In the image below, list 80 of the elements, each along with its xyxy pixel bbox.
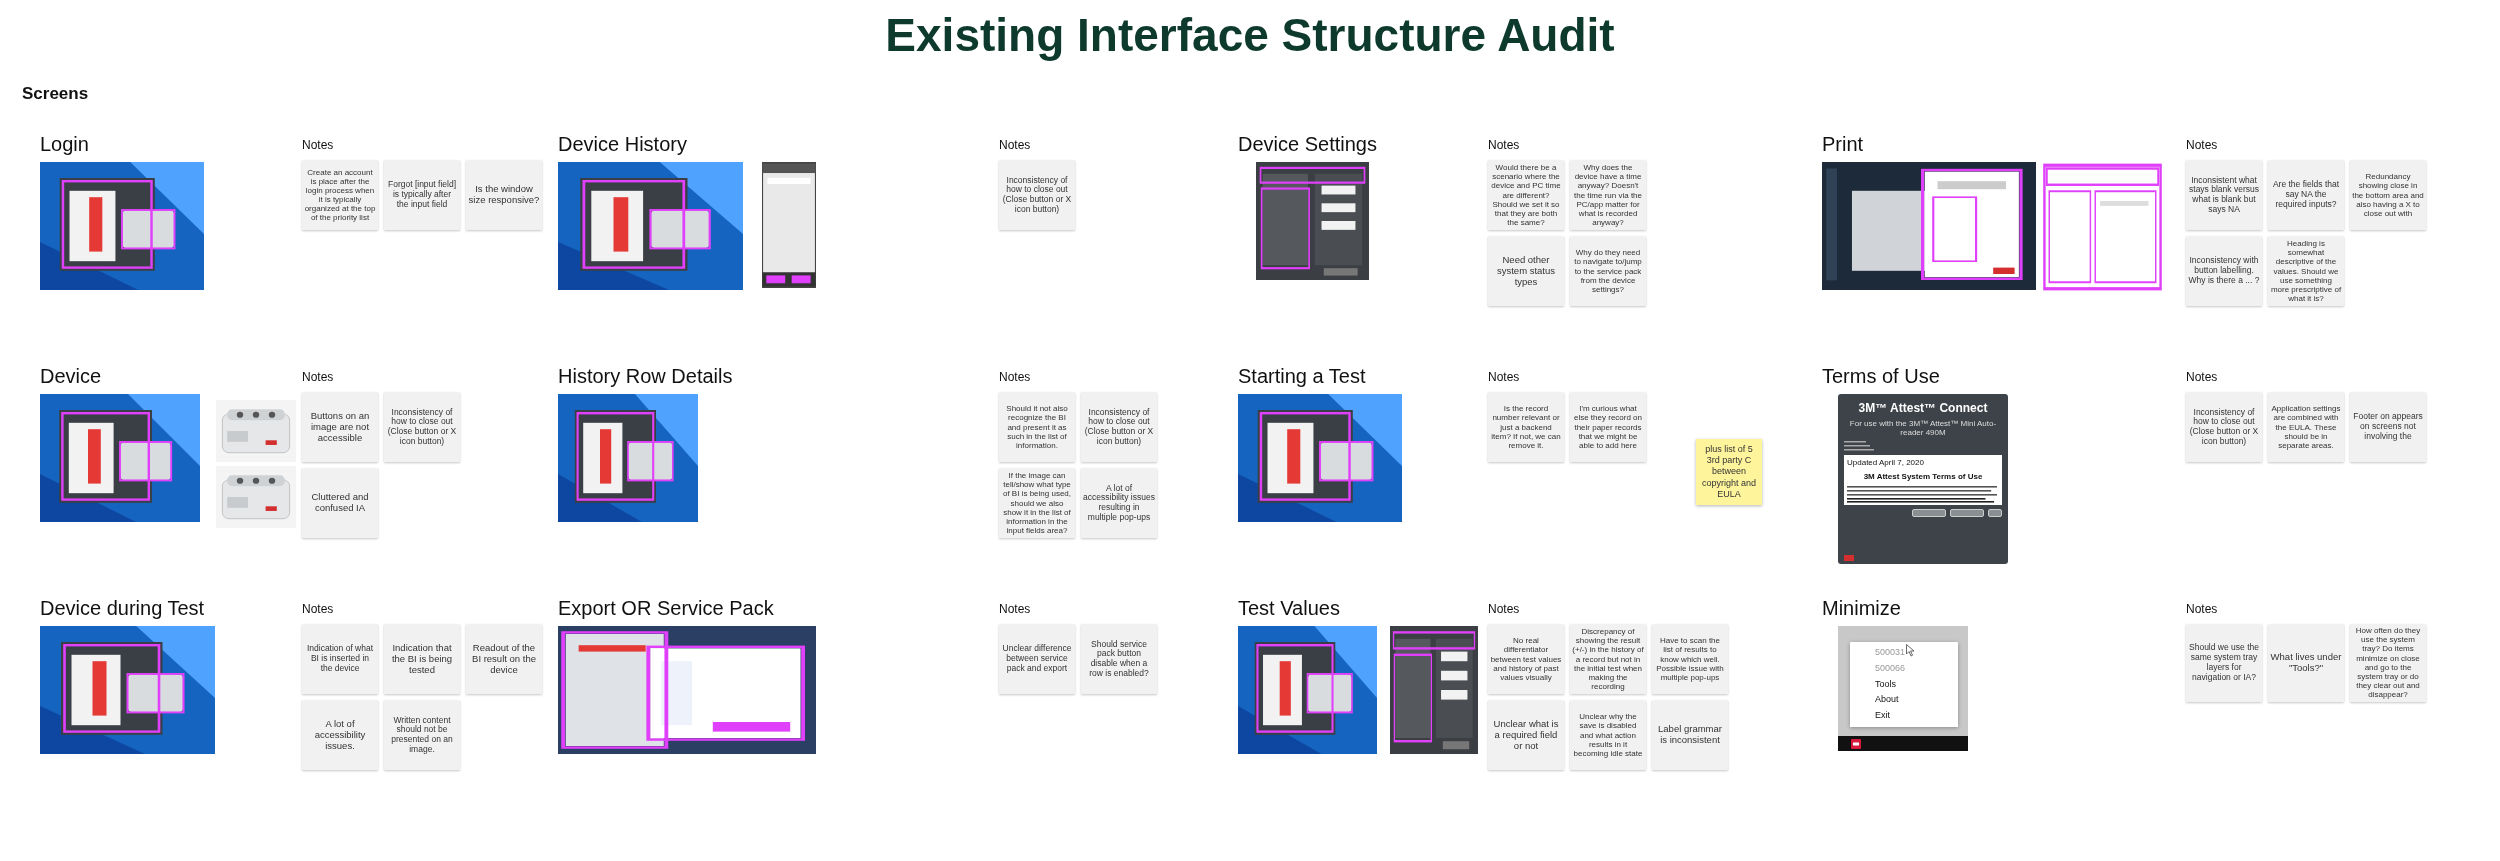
sticky-note: A lot of accessibility issues resulting in multiple pop-ups	[1081, 468, 1157, 539]
sticky-note: Should service pack button disable when a row is enabled?	[1081, 624, 1157, 695]
section-title: Login	[40, 132, 89, 157]
sticky-note: Label grammar is inconsistent	[1652, 700, 1728, 771]
notes-heading: Notes	[2186, 369, 2218, 387]
dialog-button[interactable]	[1950, 509, 1984, 518]
sticky-note: I'm curious what else they record on their paper records that we might be able to add here	[1570, 392, 1646, 463]
sticky-note: Unclear why the save is disabled and what action results in it becoming idle state	[1570, 700, 1646, 771]
sticky-note: Need other system status types	[1488, 236, 1564, 307]
agreement-heading: 3M Attest System Terms of Use	[1862, 471, 1984, 484]
sticky-note: No real differentiator between test values and history of past values visually	[1488, 624, 1564, 695]
notes-heading: Notes	[302, 369, 334, 387]
sticky-note: plus list of 5 3rd party C between copyright and EULA	[1696, 439, 1762, 506]
section-title: Export OR Service Pack	[558, 596, 774, 621]
notes-heading: Notes	[999, 369, 1031, 387]
menu-item[interactable]: Exit	[1875, 708, 1890, 724]
page-title: Existing Interface Structure Audit	[884, 10, 1616, 61]
sticky-note: Inconsistency of how to close out (Close button or X icon button)	[1081, 392, 1157, 463]
sticky-note: Heading is somewhat descriptive of the values. Should we use something more prescriptive of what it is?	[2268, 236, 2344, 307]
notes-heading: Notes	[302, 137, 334, 155]
sticky-note: Unclear what is a required field or not	[1488, 700, 1564, 771]
sticky-note: Forgot [input field] is typically after the input field	[384, 160, 460, 231]
sticky-note: Inconsistency of how to close out (Close button or X icon button)	[999, 160, 1075, 231]
sticky-note: What lives under "Tools?"	[2268, 624, 2344, 702]
sticky-note: Application settings are combined with the EULA. These should be in separate areas.	[2268, 392, 2344, 463]
notes-heading: Notes	[1488, 601, 1520, 619]
sticky-note: Indication of what BI is inserted in the device	[302, 624, 378, 695]
updated-date: Updated April 7, 2020	[1847, 457, 1925, 470]
sticky-note: Inconsistency with button labelling. Why is there a ... ?	[2186, 236, 2262, 307]
sticky-note: Is the window size responsive?	[466, 160, 542, 231]
sticky-note: Have to scan the list of results to know which well. Possible issue with multiple pop-ups	[1652, 624, 1728, 695]
sticky-note: Redundancy showing close in the bottom area and also having a X to close out with	[2350, 160, 2426, 231]
sticky-note: Inconsistency of how to close out (Close button or X icon button)	[384, 392, 460, 463]
menu-item[interactable]: About	[1875, 692, 1899, 709]
section-title: History Row Details	[558, 364, 733, 389]
sticky-note: Are the fields that say NA the required inputs?	[2268, 160, 2344, 231]
section-title: Test Values	[1238, 596, 1340, 621]
section-title: Device	[40, 364, 102, 389]
section-title: Print	[1822, 132, 1864, 157]
sticky-note: How often do they use the system tray? Do items minimize on close and go to the system tray or do they clear out and disappear?	[2350, 624, 2426, 702]
notes-heading: Notes	[2186, 601, 2218, 619]
window-title: 3M™ Attest™ Connect	[1857, 400, 1989, 418]
section-title: Minimize	[1822, 596, 1901, 621]
dialog-button[interactable]	[1912, 509, 1946, 518]
logo-icon	[1844, 555, 1854, 562]
section-title: Terms of Use	[1822, 364, 1940, 389]
section-title: Device History	[558, 132, 687, 157]
notes-heading: Notes	[1488, 137, 1520, 155]
sticky-note: Inconsistent what stays blank versus what is blank but says NA	[2186, 160, 2262, 231]
sticky-note: Discrepancy of showing the result (+/-) in the history of a record but not in the initial test when making the recording	[1570, 624, 1646, 695]
section-title: Device Settings	[1238, 132, 1377, 157]
sticky-note: Inconsistency of how to close out (Close button or X icon button)	[2186, 392, 2262, 463]
window-subtitle: For use with the 3M™ Attest™ Mini Auto-reader 490M	[1848, 419, 1998, 438]
sticky-note: Would there be a scenario where the device and PC time are different? Should we set it so that they are both the same?	[1488, 160, 1564, 231]
dialog-button[interactable]	[1988, 509, 2002, 518]
menu-item[interactable]: Tools	[1875, 676, 1896, 693]
group-label: Screens	[22, 82, 89, 105]
notes-heading: Notes	[999, 137, 1031, 155]
sticky-note: Is the record number relevant or just a backend item? If not, we can remove it.	[1488, 392, 1564, 463]
sticky-note: A lot of accessibility issues.	[302, 700, 378, 771]
section-title: Starting a Test	[1238, 364, 1366, 389]
notes-heading: Notes	[302, 601, 334, 619]
app-icon[interactable]	[1851, 738, 1861, 749]
sticky-note: Written content should not be presented on an image.	[384, 700, 460, 771]
sticky-note: Unclear difference between service pack and export	[999, 624, 1075, 695]
sticky-note: If the image can tell/show what type of BI is being used, should we also show it in the list of information in the input fields area?	[999, 468, 1075, 539]
notes-heading: Notes	[1488, 369, 1520, 387]
sticky-note: Why do they need to navigate to/jump to the service pack from the device settings?	[1570, 236, 1646, 307]
sticky-note: Cluttered and confused IA	[302, 468, 378, 539]
sticky-note: Footer on appears on screens not involving the	[2350, 392, 2426, 463]
sticky-note: Why does the device have a time anyway? Doesn't the time run via the PC/app matter for what is recorded anyway?	[1570, 160, 1646, 231]
sticky-note: Buttons on an image are not accessible	[302, 392, 378, 463]
notes-heading: Notes	[2186, 137, 2218, 155]
sticky-note: Should it not also recognize the BI and present it as such in the list of information.	[999, 392, 1075, 463]
section-title: Device during Test	[40, 596, 205, 621]
sticky-note: Should we use the same system tray layers for navigation or IA?	[2186, 624, 2262, 702]
notes-heading: Notes	[999, 601, 1031, 619]
sticky-note: Create an account is place after the login process when it is typically organized at the top of the priority list	[302, 160, 378, 231]
sticky-note: Indication that the BI is being tested	[384, 624, 460, 695]
sticky-note: Readout of the BI result on the device	[466, 624, 542, 695]
